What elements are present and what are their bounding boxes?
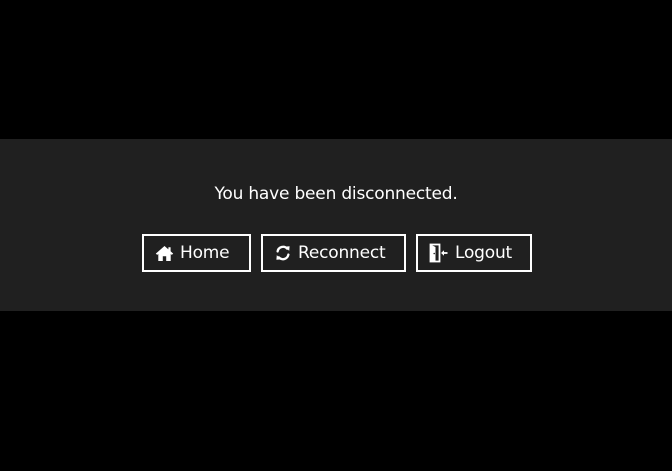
page: You have been disconnected. Home Reconne… — [0, 0, 672, 471]
home-button-label: Home — [180, 242, 230, 263]
logout-button-label: Logout — [455, 242, 513, 263]
door-exit-icon — [429, 243, 449, 263]
home-icon — [155, 245, 174, 262]
reconnect-button-label: Reconnect — [298, 242, 386, 263]
disconnect-dialog — [0, 139, 672, 311]
refresh-icon — [274, 244, 292, 262]
disconnect-message: You have been disconnected. — [214, 184, 458, 204]
reconnect-button[interactable]: Reconnect — [261, 234, 406, 272]
logout-button[interactable]: Logout — [416, 234, 532, 272]
home-button[interactable]: Home — [142, 234, 251, 272]
